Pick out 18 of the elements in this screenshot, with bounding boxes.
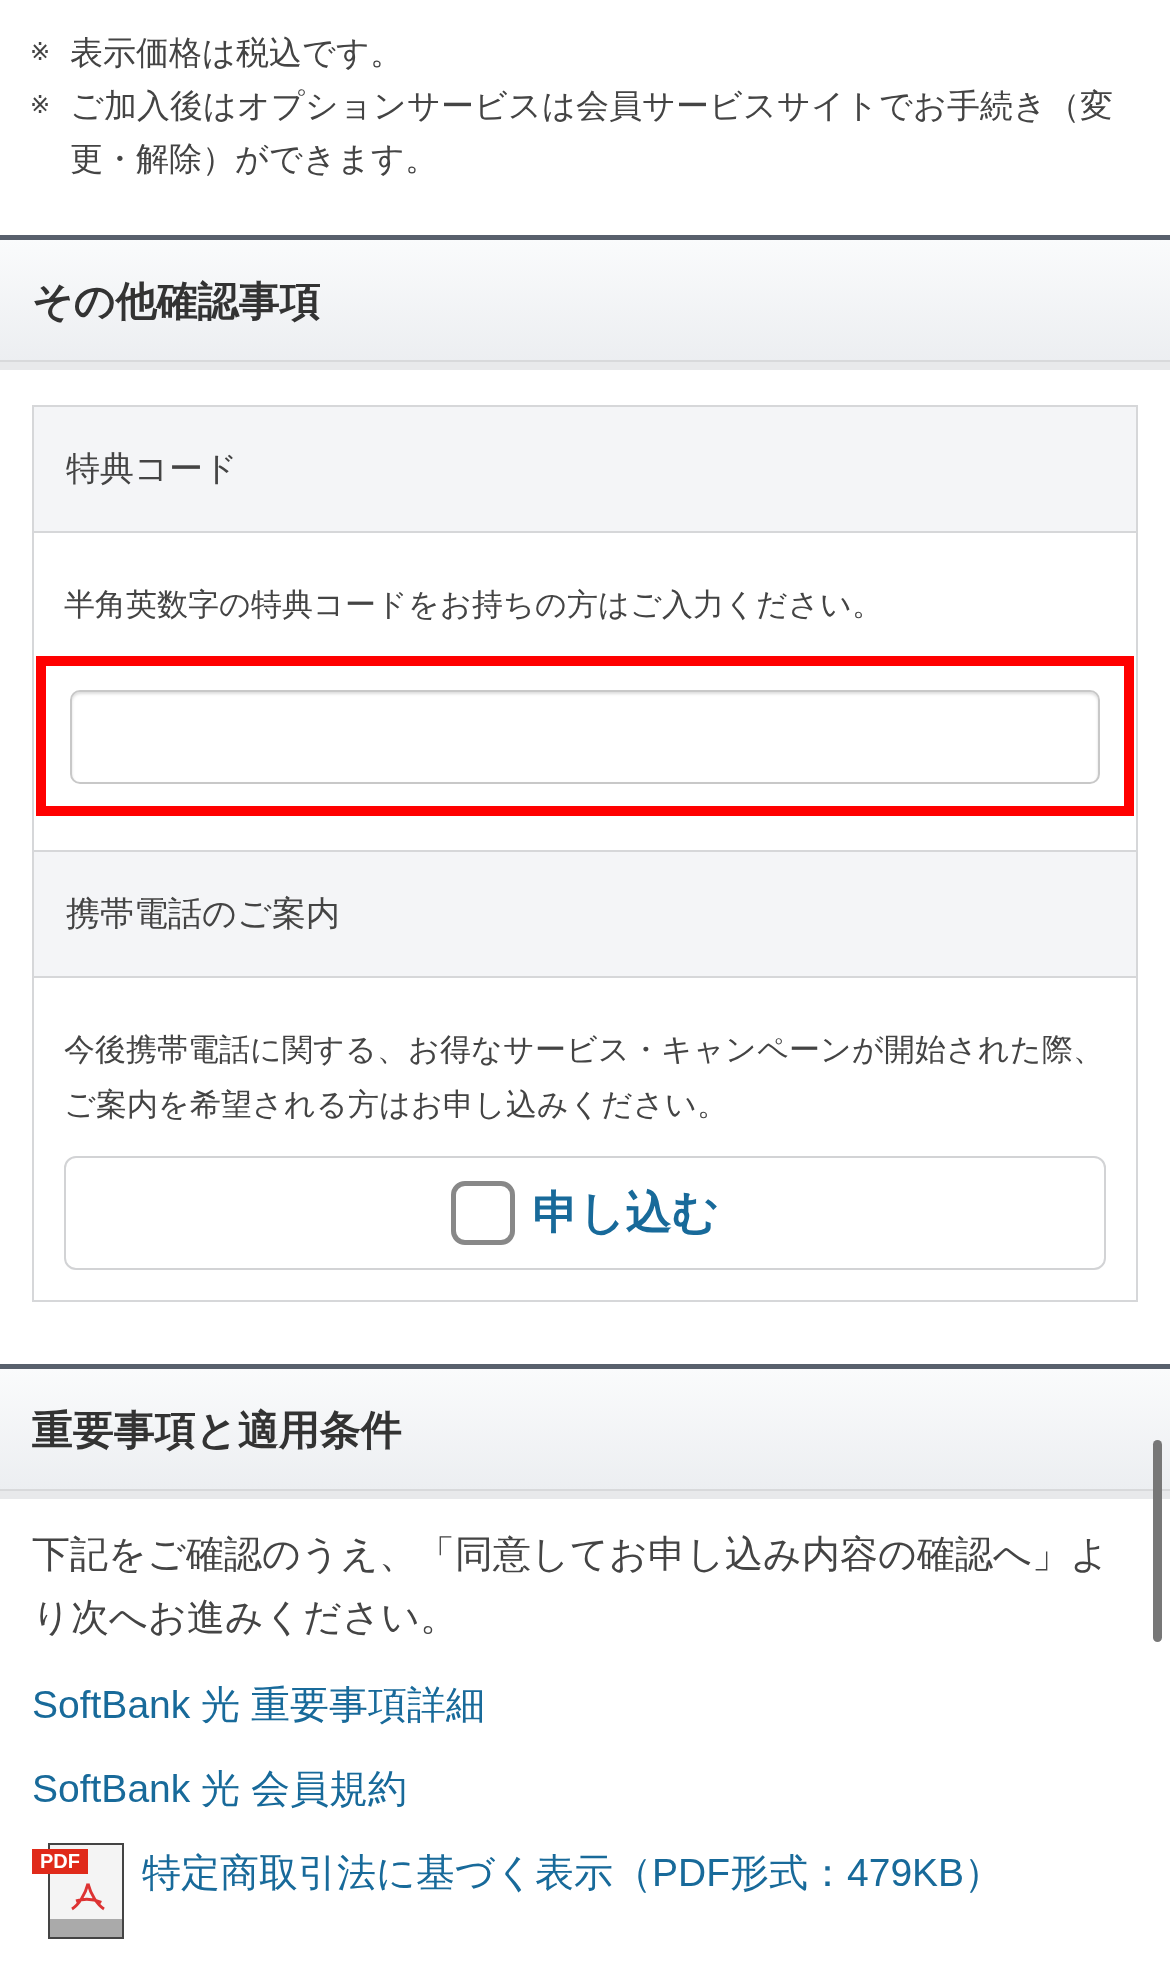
note-text: 表示価格は税込です。: [70, 32, 404, 74]
note-text: ご加入後はオプションサービスは会員サービスサイトでお手続き（変更・解除）ができます。: [70, 85, 1114, 180]
section-title: 重要事項と適用条件: [32, 1404, 402, 1456]
panel-label: 携帯電話のご案内: [66, 892, 340, 935]
section-title: その他確認事項: [32, 275, 321, 327]
note-mark: ※: [30, 90, 52, 121]
panel-text: 今後携帯電話に関する、お得なサービス・キャンペーンが開始された際、ご案内を希望される方はお申し込みください。: [64, 1030, 1105, 1124]
note-mark: ※: [30, 37, 52, 68]
instruction-text: 下記をご確認のうえ、「同意してお申し込み内容の確認へ」より次へお進みください。: [32, 1531, 1110, 1641]
document-link[interactable]: SoftBank 光 重要事項詳細: [32, 1678, 485, 1732]
panel-label: 特典コード: [66, 447, 238, 490]
document-link[interactable]: SoftBank 光 会員規約: [32, 1762, 407, 1816]
panel-text: 半角英数字の特典コードをお持ちの方はご入力ください。: [64, 585, 884, 624]
checkbox[interactable]: [451, 1181, 515, 1245]
document-link[interactable]: 特定商取引法に基づく表示（PDF形式：479KB）: [142, 1846, 1004, 1900]
apply-button[interactable]: 申し込む: [64, 1156, 1106, 1270]
input-field[interactable]: [70, 690, 1100, 784]
scrollbar[interactable]: [1153, 1440, 1162, 1642]
